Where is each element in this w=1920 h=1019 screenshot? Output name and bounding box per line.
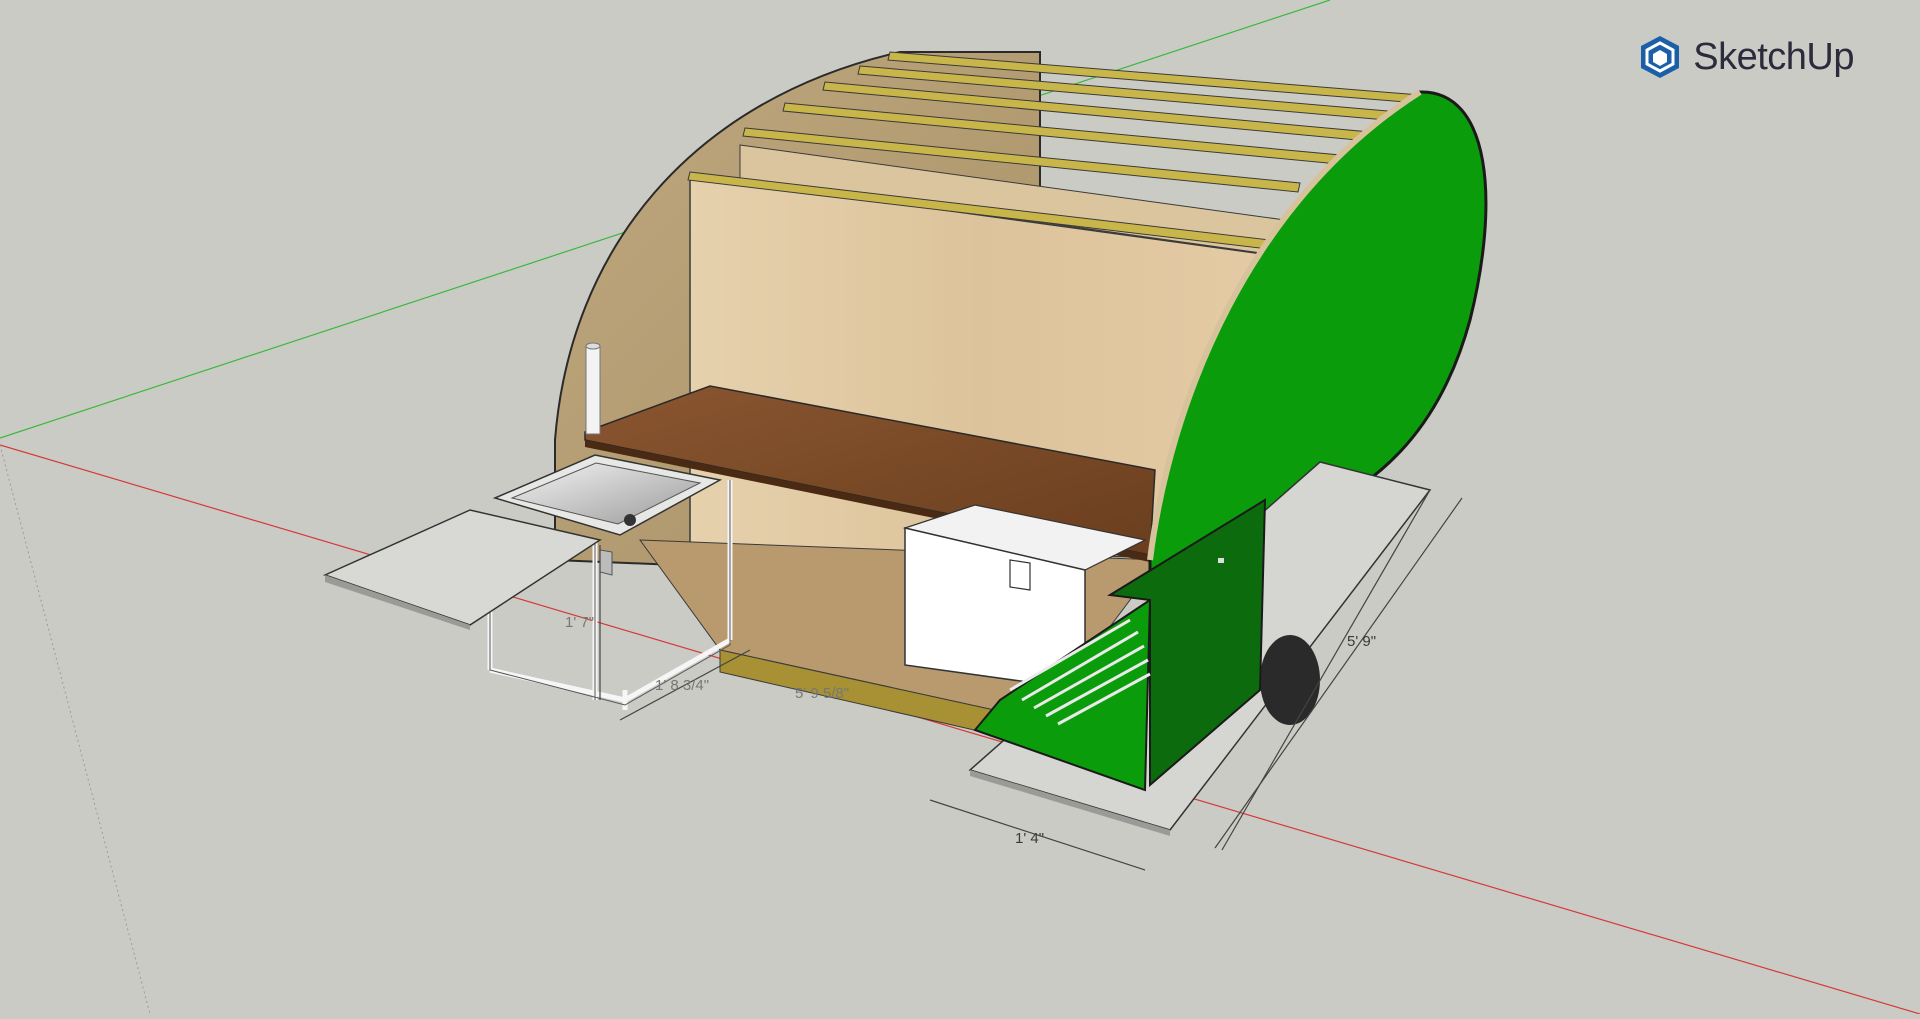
- cooler-latch[interactable]: [1009, 559, 1031, 591]
- sink-drain: [624, 514, 636, 526]
- sketchup-logo-icon: [1641, 36, 1680, 78]
- dim-width[interactable]: 1' 4": [1015, 830, 1044, 847]
- vent-pipe[interactable]: [585, 345, 601, 435]
- stove-knob[interactable]: [1218, 558, 1224, 563]
- brand-name: SketchUp: [1693, 35, 1854, 78]
- dim-floor[interactable]: 5' 9 5/8": [795, 685, 849, 702]
- blue-axis-hidden: [0, 444, 151, 1015]
- brand: SketchUp: [1637, 34, 1854, 80]
- dim-sink-height[interactable]: 1' 7": [565, 614, 594, 631]
- vent-pipe-top: [585, 342, 601, 350]
- model-viewport[interactable]: 5' 9" 1' 4" 5' 9 5/8" 1' 8 3/4" 1' 7": [0, 0, 1920, 1015]
- dim-length[interactable]: 5' 9": [1347, 633, 1376, 650]
- dim-sink-depth[interactable]: 1' 8 3/4": [655, 677, 709, 694]
